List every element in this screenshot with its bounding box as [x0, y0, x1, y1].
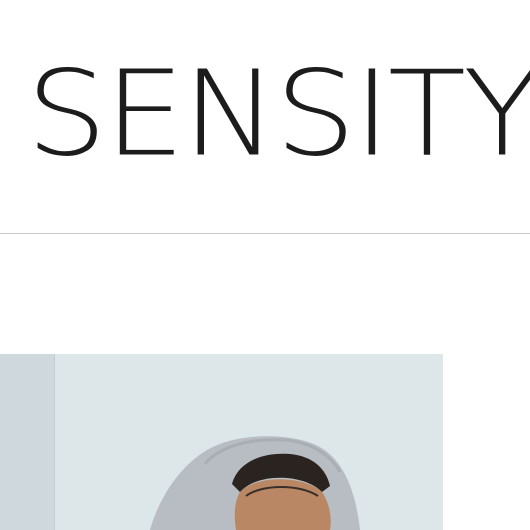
header-divider — [0, 233, 530, 234]
hero-illustration — [0, 354, 443, 530]
wall-shadow — [0, 354, 54, 530]
hero-image — [0, 354, 443, 530]
brand-header: SENSITY A — [0, 0, 530, 234]
brand-title: SENSITY A — [26, 45, 530, 183]
wall-edge — [54, 354, 55, 530]
